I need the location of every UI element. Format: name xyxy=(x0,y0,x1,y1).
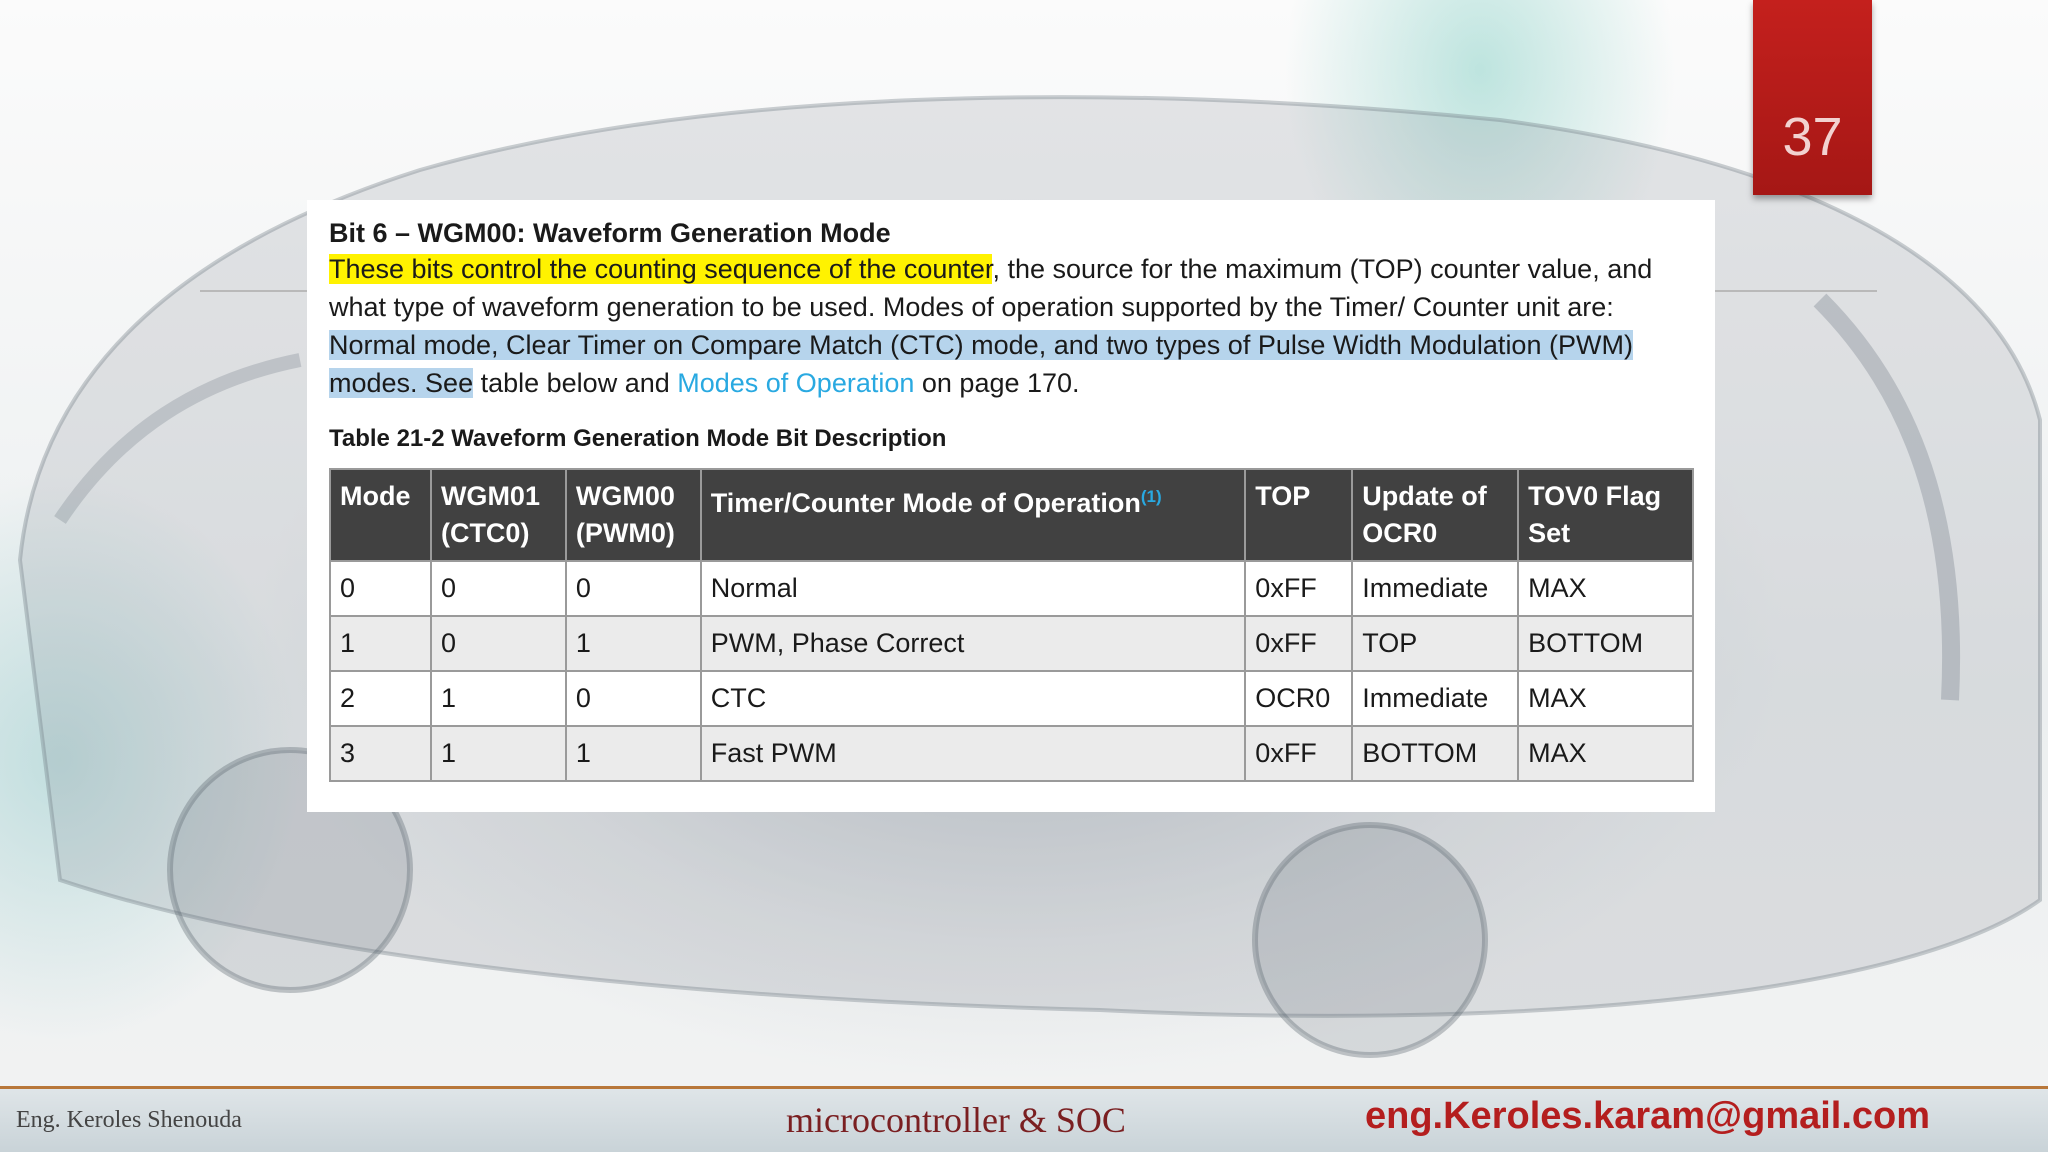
table-row: 1 0 1 PWM, Phase Correct 0xFF TOP BOTTOM xyxy=(329,615,1694,672)
cell-wgm01: 0 xyxy=(429,560,567,617)
header-wgm01: WGM01 (CTC0) xyxy=(429,468,567,562)
content-panel: Bit 6 – WGM00: Waveform Generation Mode … xyxy=(307,200,1715,812)
cell-mode: 3 xyxy=(329,725,432,782)
cell-tov: MAX xyxy=(1517,670,1694,727)
paragraph-text-3: on page 170. xyxy=(914,368,1080,398)
cell-mode: 0 xyxy=(329,560,432,617)
cell-update: Immediate xyxy=(1351,670,1520,727)
cell-wgm00: 1 xyxy=(564,615,702,672)
cell-operation: Normal xyxy=(699,560,1247,617)
header-update-ocr0: Update of OCR0 xyxy=(1351,468,1520,562)
cell-top: 0xFF xyxy=(1244,560,1354,617)
header-wgm00: WGM00 (PWM0) xyxy=(564,468,702,562)
cell-wgm00: 0 xyxy=(564,560,702,617)
cell-update: TOP xyxy=(1351,615,1520,672)
section-heading: Bit 6 – WGM00: Waveform Generation Mode xyxy=(329,218,891,248)
cell-tov: MAX xyxy=(1517,560,1694,617)
cell-tov: BOTTOM xyxy=(1517,615,1694,672)
cell-update: Immediate xyxy=(1351,560,1520,617)
table-row: 2 1 0 CTC OCR0 Immediate MAX xyxy=(329,670,1694,727)
cell-mode: 1 xyxy=(329,615,432,672)
cell-top: 0xFF xyxy=(1244,615,1354,672)
page-number: 37 xyxy=(1782,107,1843,167)
cell-wgm00: 0 xyxy=(564,670,702,727)
cell-wgm00: 1 xyxy=(564,725,702,782)
header-top: TOP xyxy=(1244,468,1354,562)
divider-left xyxy=(200,290,310,292)
table-header-row: Mode WGM01 (CTC0) WGM00 (PWM0) Timer/Count… xyxy=(329,468,1694,562)
cell-wgm01: 0 xyxy=(429,615,567,672)
highlighted-text-yellow: These bits control the counting sequence… xyxy=(329,254,993,284)
divider-right xyxy=(1715,290,1877,292)
cell-tov: MAX xyxy=(1517,725,1694,782)
header-mode-of-operation: Timer/Counter Mode of Operation(1) xyxy=(699,468,1247,562)
cell-top: 0xFF xyxy=(1244,725,1354,782)
footnote-ref[interactable]: (1) xyxy=(1141,487,1162,506)
slide-footer: Eng. Keroles Shenouda microcontroller & … xyxy=(0,1086,2048,1152)
cell-operation: CTC xyxy=(699,670,1247,727)
page-number-badge: 37 xyxy=(1753,0,1872,195)
cell-top: OCR0 xyxy=(1244,670,1354,727)
footer-email[interactable]: eng.Keroles.karam@gmail.com xyxy=(1365,1095,1930,1138)
cell-update: BOTTOM xyxy=(1351,725,1520,782)
table-row: 0 0 0 Normal 0xFF Immediate MAX xyxy=(329,560,1694,617)
footer-author: Eng. Keroles Shenouda xyxy=(16,1107,242,1133)
header-tov0-flag: TOV0 Flag Set xyxy=(1517,468,1694,562)
waveform-mode-table: Mode WGM01 (CTC0) WGM00 (PWM0) Timer/Count… xyxy=(329,468,1694,782)
table-row: 3 1 1 Fast PWM 0xFF BOTTOM MAX xyxy=(329,725,1694,782)
cell-mode: 2 xyxy=(329,670,432,727)
cell-operation: PWM, Phase Correct xyxy=(699,615,1247,672)
description-paragraph: These bits control the counting sequence… xyxy=(329,250,1693,402)
cell-wgm01: 1 xyxy=(429,670,567,727)
table-caption: Table 21-2 Waveform Generation Mode Bit … xyxy=(329,425,947,452)
footer-course: microcontroller & SOC xyxy=(786,1100,1126,1140)
cell-wgm01: 1 xyxy=(429,725,567,782)
cell-operation: Fast PWM xyxy=(699,725,1247,782)
paragraph-text-2: table below and xyxy=(473,368,678,398)
header-mode: Mode xyxy=(329,468,432,562)
modes-of-operation-link[interactable]: Modes of Operation xyxy=(677,368,914,398)
